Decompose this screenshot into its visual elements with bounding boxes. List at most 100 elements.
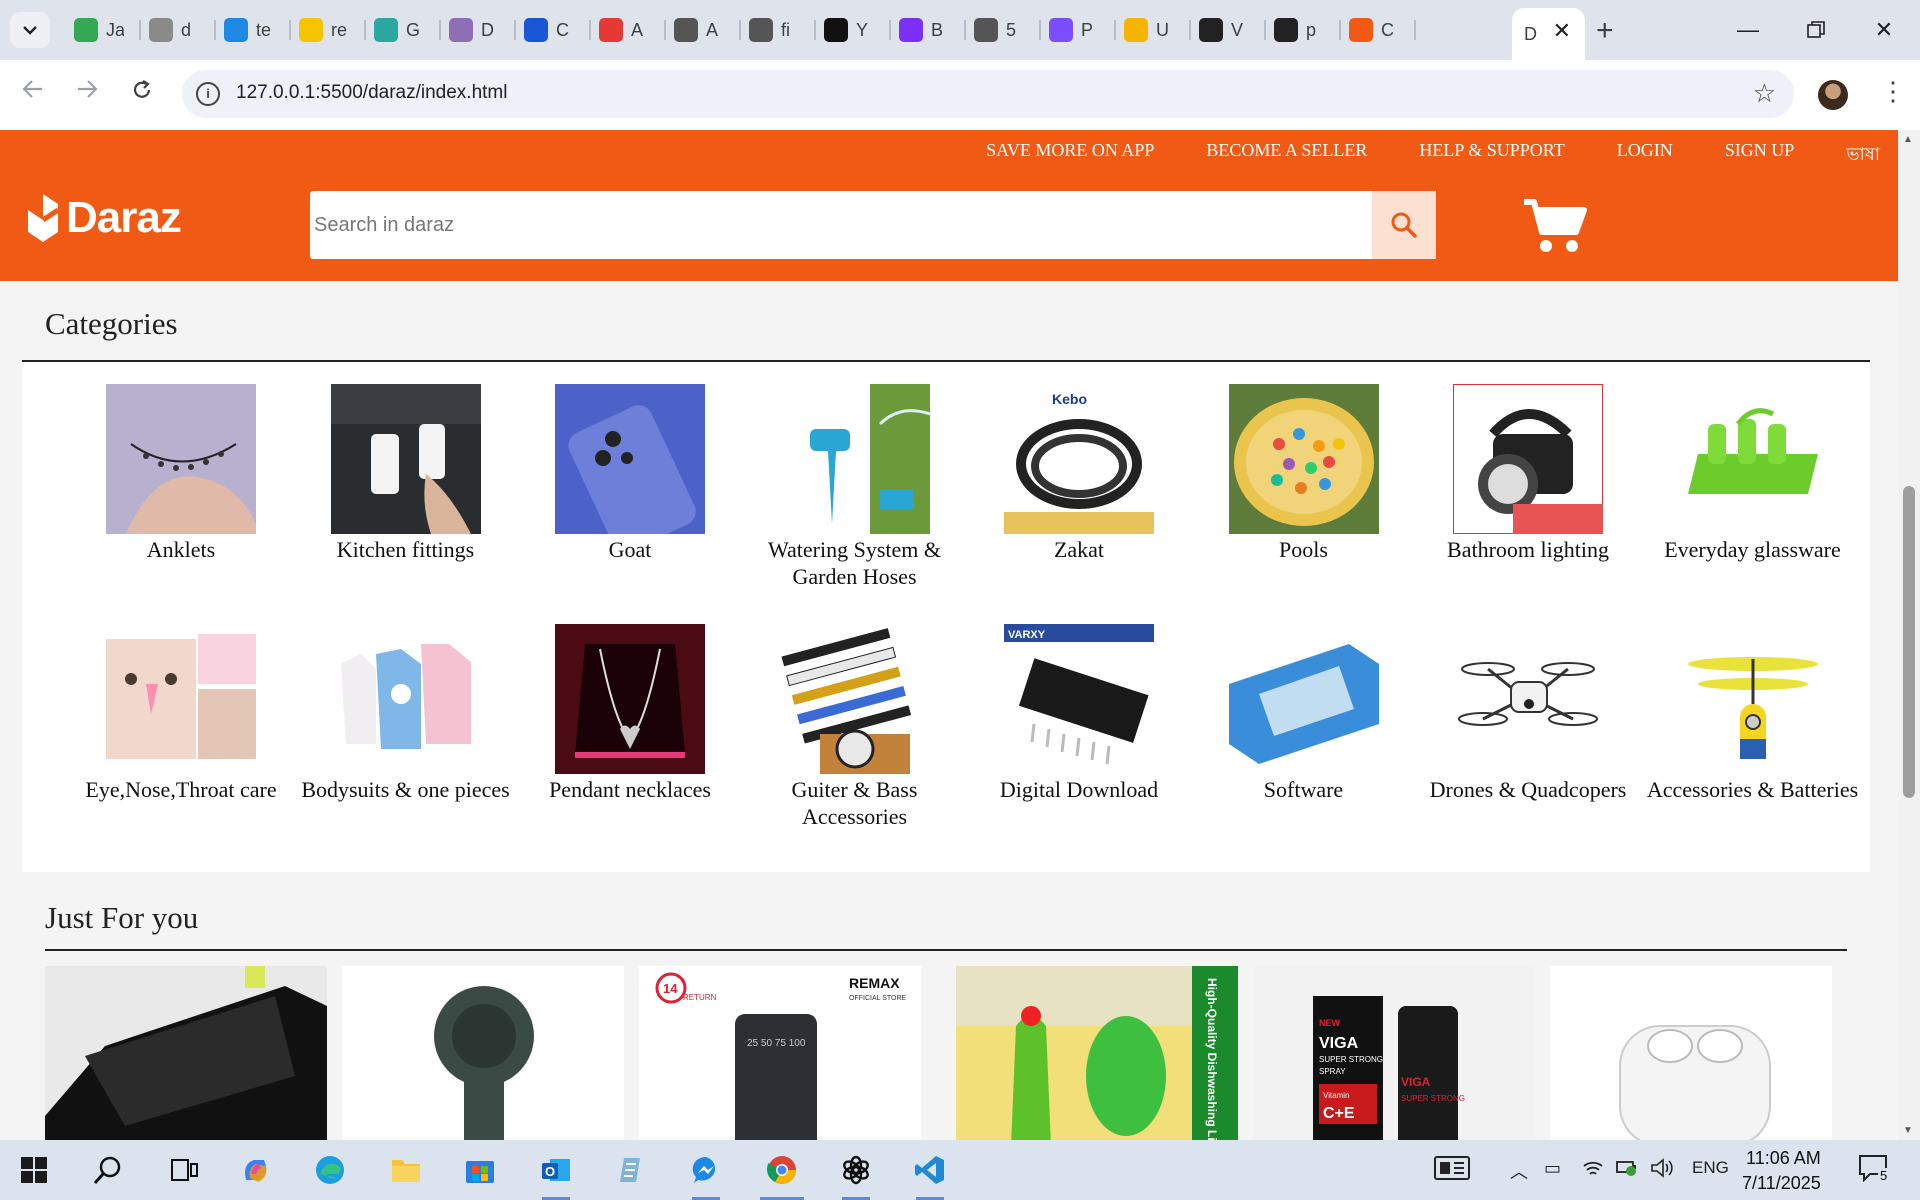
scrollbar-thumb[interactable] xyxy=(1903,486,1915,798)
news-widget-icon[interactable] xyxy=(1434,1154,1470,1187)
close-window-button[interactable]: ✕ xyxy=(1856,10,1912,50)
category-label[interactable]: Guiter & Bass Accessories xyxy=(742,776,968,830)
category-item[interactable]: Accessories & Batteries xyxy=(1640,624,1866,803)
notification-center-button[interactable]: 5 xyxy=(1858,1154,1890,1184)
search-input[interactable] xyxy=(310,191,1370,259)
tab-16[interactable]: p xyxy=(1266,8,1341,52)
glass-holder-photo[interactable] xyxy=(1677,384,1828,534)
category-item[interactable]: Watering System & Garden Hoses xyxy=(742,384,968,590)
tab-15[interactable]: V xyxy=(1191,8,1266,52)
file-explorer-icon[interactable] xyxy=(386,1150,426,1190)
battery-icon[interactable] xyxy=(1616,1158,1638,1181)
tab-11[interactable]: B xyxy=(891,8,966,52)
category-label[interactable]: Watering System & Garden Hoses xyxy=(742,536,968,590)
category-item[interactable]: Kebo Zakat xyxy=(966,384,1192,563)
tab-5[interactable]: D xyxy=(441,8,516,52)
tab-10[interactable]: Y xyxy=(816,8,891,52)
category-item[interactable]: Everyday glassware xyxy=(1640,384,1866,563)
tab-17[interactable]: C xyxy=(1341,8,1416,52)
tab-13[interactable]: P xyxy=(1041,8,1116,52)
nose-clip-photo[interactable] xyxy=(106,624,256,774)
category-item[interactable]: VARXY Digital Download xyxy=(966,624,1192,803)
vscode-icon[interactable] xyxy=(910,1150,950,1190)
category-item[interactable]: Drones & Quadcopers xyxy=(1415,624,1641,803)
category-item[interactable]: Goat xyxy=(517,384,743,563)
category-label[interactable]: Accessories & Batteries xyxy=(1640,776,1866,803)
tab-7[interactable]: A xyxy=(591,8,666,52)
notepad-icon[interactable] xyxy=(610,1150,650,1190)
category-label[interactable]: Software xyxy=(1191,776,1417,803)
category-label[interactable]: Pendant necklaces xyxy=(517,776,743,803)
category-item[interactable]: Kitchen fittings xyxy=(293,384,519,563)
close-tab-icon[interactable]: ✕ xyxy=(1553,18,1571,44)
anklet-photo[interactable] xyxy=(106,384,256,534)
cart-icon[interactable] xyxy=(1522,196,1588,254)
omnibox[interactable]: i 127.0.0.1:5500/daraz/index.html ☆ xyxy=(182,70,1794,118)
sprinkler-photo[interactable] xyxy=(779,384,930,534)
top-link-5[interactable]: ভাষা xyxy=(1846,140,1880,171)
chrome-icon[interactable] xyxy=(762,1150,802,1190)
product-card-earbuds[interactable] xyxy=(1550,966,1832,1140)
chatgpt-icon[interactable] xyxy=(836,1150,876,1190)
tab-2[interactable]: te xyxy=(216,8,291,52)
category-label[interactable]: Eye,Nose,Throat care xyxy=(68,776,294,803)
screen-protector-photo[interactable] xyxy=(1228,624,1379,774)
category-item[interactable]: Eye,Nose,Throat care xyxy=(68,624,294,803)
minion-heli-photo[interactable] xyxy=(1677,624,1828,774)
tab-3[interactable]: re xyxy=(291,8,366,52)
pool-photo[interactable] xyxy=(1228,384,1379,534)
product-card-viga-spray[interactable]: NEW VIGA SUPER STRONG SPRAY Vitamin C+E VIGA SU… xyxy=(1253,966,1535,1140)
product-card-power-bank[interactable]: 14 RETURN REMAX OFFICIAL STORE 25 50 75 100 xyxy=(639,966,921,1140)
category-item[interactable]: Bodysuits & one pieces xyxy=(293,624,519,803)
tab-14[interactable]: U xyxy=(1116,8,1191,52)
category-label[interactable]: Goat xyxy=(517,536,743,563)
product-card-dishwashing-liquid[interactable]: High-Quality Dishwashing Liquid (Lemon F… xyxy=(956,966,1238,1140)
hook-photo[interactable] xyxy=(330,384,481,534)
category-item[interactable]: Bathroom lighting xyxy=(1415,384,1641,563)
category-item[interactable]: Software xyxy=(1191,624,1417,803)
tab-1[interactable]: d xyxy=(141,8,216,52)
category-label[interactable]: Bathroom lighting xyxy=(1415,536,1641,563)
forward-button[interactable] xyxy=(76,78,98,107)
start-icon[interactable] xyxy=(14,1150,54,1190)
back-button[interactable] xyxy=(22,78,44,107)
product-card-sunglasses[interactable] xyxy=(45,966,327,1140)
category-item[interactable]: Pools xyxy=(1191,384,1417,563)
tab-12[interactable]: 5 xyxy=(966,8,1041,52)
store-icon[interactable] xyxy=(460,1150,500,1190)
edge-icon[interactable] xyxy=(310,1150,350,1190)
copilot-icon[interactable] xyxy=(236,1150,276,1190)
wifi-icon[interactable] xyxy=(1582,1158,1604,1183)
reload-button[interactable] xyxy=(130,78,154,109)
category-label[interactable]: Drones & Quadcopers xyxy=(1415,776,1641,803)
site-info-icon[interactable]: i xyxy=(196,82,220,106)
profile-avatar[interactable] xyxy=(1818,80,1848,110)
bodysuit-photo[interactable] xyxy=(330,624,481,774)
browser-menu-icon[interactable]: ⋮ xyxy=(1880,76,1906,107)
category-item[interactable]: Guiter & Bass Accessories xyxy=(742,624,968,830)
outlook-icon[interactable]: O xyxy=(536,1150,576,1190)
top-link-4[interactable]: SIGN UP xyxy=(1725,140,1795,171)
tab-8[interactable]: A xyxy=(666,8,741,52)
url-text[interactable]: 127.0.0.1:5500/daraz/index.html xyxy=(236,82,507,104)
product-card-handheld-fan[interactable] xyxy=(342,966,624,1140)
category-item[interactable]: Anklets xyxy=(68,384,294,563)
top-link-0[interactable]: SAVE MORE ON APP xyxy=(986,140,1154,171)
meet-now-icon[interactable]: ▭ xyxy=(1544,1158,1561,1179)
tab-4[interactable]: G xyxy=(366,8,441,52)
category-label[interactable]: Everyday glassware xyxy=(1640,536,1866,563)
clock[interactable]: 11:06 AM 7/11/2025 xyxy=(1742,1146,1821,1196)
belt-photo[interactable]: Kebo xyxy=(1004,384,1154,534)
tab-active[interactable]: D ✕ xyxy=(1512,8,1585,60)
top-link-2[interactable]: HELP & SUPPORT xyxy=(1419,140,1564,171)
tab-9[interactable]: fi xyxy=(741,8,816,52)
tab-0[interactable]: Ja xyxy=(66,8,141,52)
guitar-strap-photo[interactable] xyxy=(779,624,930,774)
phone-case-photo[interactable] xyxy=(555,384,705,534)
category-label[interactable]: Kitchen fittings xyxy=(293,536,519,563)
tab-search-button[interactable] xyxy=(10,12,50,48)
torch-photo[interactable] xyxy=(1453,384,1603,534)
new-tab-button[interactable]: + xyxy=(1596,14,1614,48)
chip-photo[interactable]: VARXY xyxy=(1004,624,1154,774)
tab-6[interactable]: C xyxy=(516,8,591,52)
